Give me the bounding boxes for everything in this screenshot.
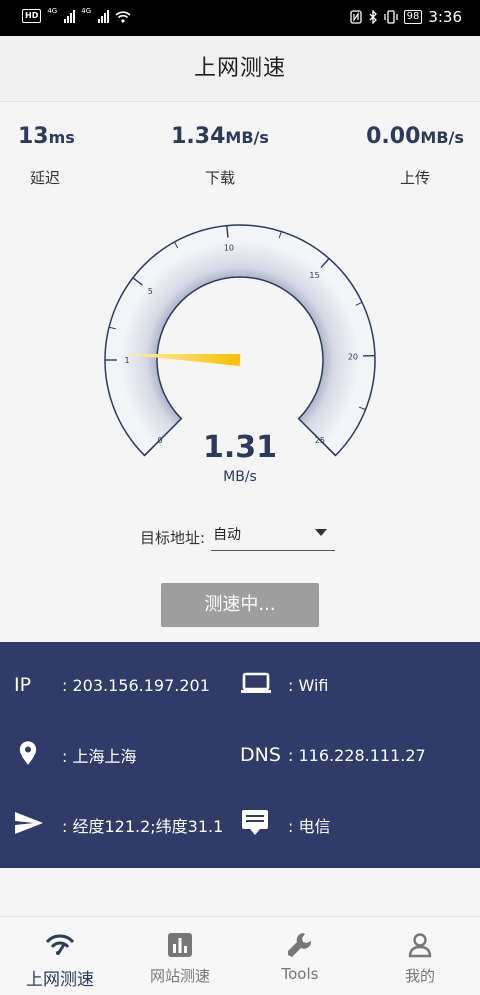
- bottom-nav: 上网测速 网站测速 Tools 我的: [0, 916, 480, 995]
- location-value: : 上海上海: [62, 747, 137, 766]
- gauge-tick-label: 15: [309, 271, 319, 280]
- nav-item-speedtest[interactable]: 上网测速: [0, 917, 120, 995]
- bluetooth-icon: [369, 10, 377, 24]
- dns-cell: DNS : 116.228.111.27: [240, 735, 426, 775]
- latency-value: 13: [18, 124, 49, 149]
- current-speed-value: 1.31: [202, 430, 278, 465]
- nav-label-site-speed: 网站测速: [149, 967, 210, 985]
- battery-level: 98: [403, 10, 423, 24]
- nav-item-profile[interactable]: 我的: [360, 917, 480, 995]
- dns-key: DNS: [240, 744, 281, 766]
- coords-value: : 经度121.2;纬度31.1: [62, 817, 224, 836]
- gauge-tick-label: 20: [348, 352, 358, 361]
- send-icon: [14, 810, 62, 841]
- info-row: : 经度121.2;纬度31.1 : 电信: [0, 805, 480, 845]
- gauge-dial: [104, 224, 376, 457]
- network-info-panel: IP : 203.156.197.201 : Wifi : 上海上海 DNS :…: [0, 642, 480, 868]
- ip-key: IP: [14, 674, 32, 696]
- download-unit: MB/s: [225, 128, 269, 147]
- info-row: : 上海上海 DNS : 116.228.111.27: [0, 735, 480, 775]
- ip-cell: IP : 203.156.197.201: [14, 665, 210, 705]
- target-address: 目标地址: 自动: [140, 524, 336, 551]
- dropdown-caret-icon: [315, 529, 328, 536]
- gauge-readout: 1.31 MB/s: [140, 430, 340, 485]
- dns-value: : 116.228.111.27: [288, 745, 426, 765]
- latency-unit: ms: [48, 128, 75, 147]
- info-row: IP : 203.156.197.201 : Wifi: [0, 665, 480, 705]
- upload-stat: 0.00MB/s 上传: [350, 124, 480, 188]
- hd-badge: HD: [22, 9, 42, 23]
- coords-cell: : 经度121.2;纬度31.1: [14, 805, 223, 845]
- network-type-1: 4G: [47, 7, 58, 15]
- page-title: 上网测速: [193, 56, 286, 81]
- network-type-cell: : Wifi: [240, 665, 328, 705]
- status-time: 3:36: [428, 8, 462, 26]
- user-icon: [408, 933, 432, 958]
- gauge-tick-label: 10: [224, 244, 234, 253]
- location-pin-icon: [14, 739, 62, 772]
- current-speed-unit: MB/s: [223, 469, 257, 485]
- chart-icon: [168, 933, 192, 957]
- signal-icon: [64, 9, 76, 23]
- nav-item-site-speed[interactable]: 网站测速: [120, 917, 240, 995]
- upload-label: 上传: [399, 169, 430, 187]
- network-type-value: : Wifi: [288, 675, 329, 695]
- gauge-tick-label: 1: [124, 356, 129, 365]
- ip-value: : 203.156.197.201: [62, 675, 210, 695]
- target-address-select[interactable]: 自动: [211, 524, 336, 551]
- network-type-2: 4G: [81, 7, 92, 15]
- wrench-icon: [288, 933, 312, 957]
- upload-value: 0.00: [366, 124, 421, 149]
- status-bar: HD 4G 4G 98 3:36: [0, 0, 480, 36]
- location-cell: : 上海上海: [14, 735, 136, 775]
- vibrate-icon: [383, 10, 398, 24]
- download-label: 下载: [204, 169, 235, 187]
- nav-label-profile: 我的: [404, 967, 435, 985]
- target-address-label: 目标地址:: [140, 529, 206, 547]
- signal-icon: [98, 9, 110, 23]
- speed-icon: [45, 934, 75, 955]
- nav-label-tools: Tools: [281, 965, 319, 983]
- app-header: 上网测速: [0, 36, 480, 102]
- latency-label: 延迟: [30, 169, 61, 187]
- nav-label-speedtest: 上网测速: [26, 970, 94, 990]
- laptop-icon: [240, 672, 288, 699]
- isp-cell: : 电信: [240, 805, 330, 845]
- wifi-icon: [115, 10, 131, 23]
- target-address-value: 自动: [213, 527, 242, 543]
- download-value: 1.34: [171, 124, 226, 149]
- download-stat: 1.34MB/s 下载: [160, 124, 280, 188]
- isp-icon: [240, 808, 288, 843]
- gauge-tick-label: 5: [148, 287, 153, 296]
- latency-stat: 13ms 延迟: [18, 124, 78, 188]
- upload-unit: MB/s: [420, 128, 464, 147]
- isp-value: : 电信: [288, 817, 331, 836]
- nav-item-tools[interactable]: Tools: [240, 917, 360, 995]
- speed-test-button[interactable]: 测速中...: [161, 583, 319, 627]
- nfc-icon: [349, 10, 362, 24]
